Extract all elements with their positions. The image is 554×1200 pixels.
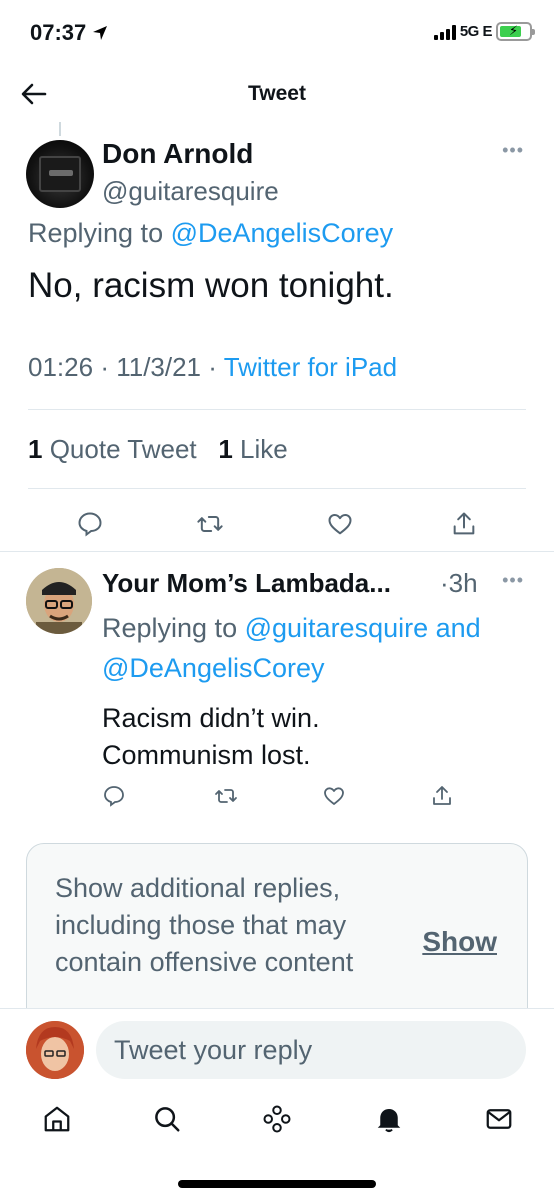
replying-and-word: and <box>435 613 481 643</box>
like-icon[interactable] <box>322 784 346 808</box>
tweet-actions <box>0 784 554 824</box>
like-label[interactable]: Like <box>240 434 288 464</box>
spaces-icon[interactable] <box>262 1104 292 1134</box>
battery-icon: ⚡ <box>496 22 535 41</box>
tweet-actions <box>0 510 554 550</box>
divider <box>28 409 526 410</box>
tweet-meta: 01:26 · 11/3/21 · Twitter for iPad <box>28 352 398 382</box>
status-bar: 07:37 5G E ⚡ <box>0 0 554 70</box>
reply-composer: Tweet your reply <box>0 1008 554 1088</box>
tweet-time: ·3h <box>440 568 478 598</box>
replying-to-link[interactable]: @DeAngelisCorey <box>171 218 394 248</box>
status-time: 07:37 <box>30 20 87 45</box>
tweet-stats: 1 Quote Tweet 1 Like <box>28 434 288 465</box>
messages-icon[interactable] <box>484 1104 514 1134</box>
offensive-replies-notice: Show additional replies, including those… <box>26 843 528 1033</box>
offensive-notice-text: Show additional replies, including those… <box>55 873 354 977</box>
home-indicator[interactable] <box>178 1180 376 1188</box>
author-handle[interactable]: @guitaresquire <box>102 176 279 207</box>
avatar[interactable] <box>26 140 94 208</box>
reply-icon[interactable] <box>76 510 104 538</box>
notifications-icon[interactable] <box>374 1104 404 1134</box>
replying-prefix: Replying to <box>102 613 238 643</box>
signal-icon <box>433 24 456 40</box>
share-icon[interactable] <box>450 510 478 538</box>
tweet-text: No, racism won tonight. <box>28 266 394 305</box>
thread-connector-line <box>59 122 61 136</box>
avatar <box>26 1021 84 1079</box>
quote-count[interactable]: 1 <box>28 434 42 464</box>
divider <box>28 488 526 489</box>
author-name[interactable]: Don Arnold <box>102 138 253 170</box>
replying-prefix: Replying to <box>28 218 164 248</box>
retweet-icon[interactable] <box>214 784 238 808</box>
author-name[interactable]: Your Mom’s Lambada... <box>102 568 391 599</box>
tweet-date: 11/3/21 <box>116 352 202 382</box>
replying-to-line: Replying to @DeAngelisCorey <box>28 218 393 249</box>
avatar[interactable] <box>26 568 92 634</box>
quote-label[interactable]: Quote Tweet <box>50 434 197 464</box>
bottom-tab-bar <box>0 1092 554 1152</box>
tweet-text-line: Communism lost. <box>102 740 311 770</box>
page-title: Tweet <box>248 82 306 105</box>
tweet-source-link[interactable]: Twitter for iPad <box>224 352 397 382</box>
status-indicators: 5G E ⚡ <box>433 22 535 41</box>
nav-header: Tweet <box>0 70 554 120</box>
like-count[interactable]: 1 <box>218 434 232 464</box>
reply-input[interactable]: Tweet your reply <box>96 1021 526 1079</box>
like-icon[interactable] <box>326 510 354 538</box>
home-icon[interactable] <box>42 1104 72 1134</box>
replying-to-link[interactable]: @guitaresquire <box>245 613 429 643</box>
reply-icon[interactable] <box>102 784 126 808</box>
tweet-text-line: Racism didn’t win. <box>102 703 320 733</box>
share-icon[interactable] <box>430 784 454 808</box>
search-icon[interactable] <box>152 1104 182 1134</box>
location-arrow-icon <box>93 26 108 40</box>
replying-to-line: Replying to @guitaresquire and @DeAngeli… <box>102 608 542 688</box>
show-replies-button[interactable]: Show <box>422 926 497 958</box>
network-type: 5G E <box>459 23 493 40</box>
tweet-time: 01:26 <box>28 352 94 382</box>
retweet-icon[interactable] <box>196 510 224 538</box>
tweet-text: Racism didn’t win. Communism lost. <box>102 700 522 774</box>
divider <box>0 551 554 552</box>
more-options-icon[interactable]: ••• <box>502 570 524 591</box>
status-time-group: 07:37 <box>30 20 108 46</box>
replying-to-link[interactable]: @DeAngelisCorey <box>102 653 325 683</box>
more-options-icon[interactable]: ••• <box>502 140 524 161</box>
